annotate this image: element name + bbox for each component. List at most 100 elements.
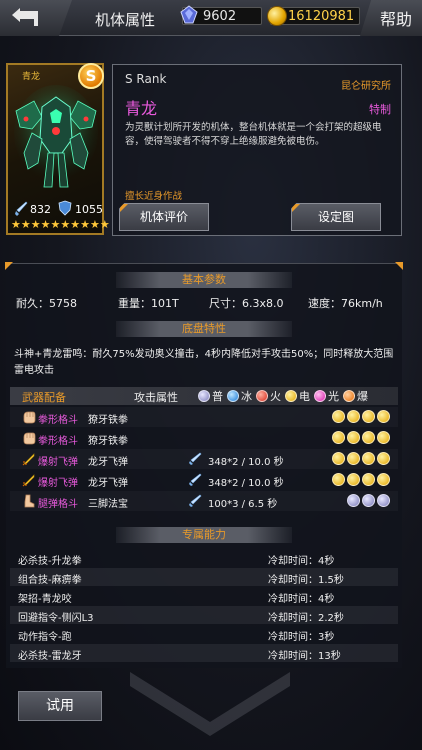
electric-element-icon — [377, 431, 390, 444]
electric-element-icon — [332, 431, 345, 444]
electric-element-icon — [347, 473, 360, 486]
star-icon: ★ — [11, 218, 21, 231]
legend-label: 冰 — [241, 390, 252, 403]
weapon-type: 腿弹格斗 — [38, 499, 78, 510]
legend-item: 火 — [256, 388, 281, 404]
normal-element-icon — [377, 494, 390, 507]
manufacturer-label: 昆仑研究所 — [341, 81, 391, 92]
ability-row[interactable]: 组合技-麻痹拳 冷却时间：1.5秒 — [10, 568, 398, 586]
weapon-name: 獠牙铁拳 — [88, 415, 128, 426]
coin-amount: 16120981 — [288, 9, 355, 24]
normal-element-icon — [198, 390, 210, 402]
weapon-element-icons — [332, 473, 390, 486]
electric-element-icon — [347, 410, 360, 423]
legend-label: 光 — [328, 390, 339, 403]
electric-element-icon — [362, 431, 375, 444]
star-icon: ★ — [60, 218, 71, 231]
electric-element-icon — [377, 452, 390, 465]
normal-element-icon — [347, 494, 360, 507]
electric-element-icon — [332, 452, 345, 465]
page-title: 机体属性 — [95, 11, 156, 29]
ability-row[interactable]: 必杀技-升龙拳 冷却时间：4秒 — [10, 549, 398, 567]
electric-element-icon — [332, 410, 345, 423]
star-icon: ★ — [50, 218, 61, 231]
size-stat: 尺寸：6.3x8.0 — [209, 297, 284, 310]
gem-counter: 9602 — [180, 5, 262, 25]
specialty-label: 擅长近身作战 — [125, 191, 183, 202]
try-button[interactable]: 试用 — [18, 691, 102, 721]
blade-icon — [188, 473, 202, 487]
weapon-row[interactable]: 爆射飞弹 龙牙飞弹 348*2 / 10.0 秒 — [10, 470, 398, 490]
ability-name: 组合技-麻痹拳 — [18, 575, 82, 586]
ability-row[interactable]: 动作指令-跑 冷却时间：3秒 — [10, 625, 398, 643]
weapon-name: 龙牙飞弹 — [88, 478, 128, 489]
legend-label: 火 — [270, 390, 281, 403]
corner-accent — [5, 262, 13, 270]
weapon-row[interactable]: 腿弹格斗 三脚法宝 100*3 / 6.5 秒 — [10, 491, 398, 511]
star-icon: ★ — [40, 218, 51, 231]
ability-row[interactable]: 必杀技-雷龙牙 冷却时间：13秒 — [10, 644, 398, 662]
weapon-row[interactable]: 拳形格斗 獠牙铁拳 — [10, 407, 398, 427]
weapon-type: 爆射飞弹 — [38, 457, 78, 468]
weapon-name: 龙牙飞弹 — [88, 457, 128, 468]
ability-name: 必杀技-雷龙牙 — [18, 651, 82, 662]
star-icon: ★ — [80, 218, 90, 231]
weapons-header: 武器配备 攻击属性 普 冰 火 电 光 爆 — [10, 387, 398, 405]
weapon-element-icons — [347, 494, 390, 507]
legend-item: 冰 — [227, 388, 252, 404]
star-rating: ★ ★ ★ ★ ★ ★ ★ ★ ★ ★ — [11, 219, 110, 231]
legend-label: 普 — [212, 390, 223, 403]
help-button[interactable]: 帮助 — [360, 0, 422, 36]
basic-params-heading: 基本参数 — [116, 272, 292, 288]
leg-icon — [22, 494, 36, 508]
element-legend: 普 冰 火 电 光爆 — [198, 388, 368, 404]
concept-art-button[interactable]: 设定图 — [291, 203, 381, 231]
electric-element-icon — [362, 410, 375, 423]
back-button[interactable] — [0, 0, 72, 36]
coin-icon — [267, 6, 287, 26]
weapon-name: 三脚法宝 — [88, 499, 128, 510]
electric-element-icon — [362, 473, 375, 486]
sword-icon — [15, 201, 28, 216]
weapon-damage: 100*3 / 6.5 秒 — [208, 499, 278, 510]
ability-cooldown: 冷却时间：4秒 — [268, 594, 335, 605]
ability-row[interactable]: 回避指令-侧闪L3 冷却时间：2.2秒 — [10, 606, 398, 624]
fist-icon — [22, 431, 36, 445]
detail-panel: 基本参数 耐久：5758 重量：101T 尺寸：6.3x8.0 速度：76km/… — [5, 262, 403, 668]
fist-icon — [22, 410, 36, 424]
electric-element-icon — [332, 473, 345, 486]
ability-cooldown: 冷却时间：2.2秒 — [268, 613, 344, 624]
corner-accent — [395, 262, 403, 270]
attack-attribute-label: 攻击属性 — [134, 391, 178, 404]
ability-row[interactable]: 架招-青龙咬 冷却时间：4秒 — [10, 587, 398, 605]
legend-item: 电 — [285, 388, 310, 404]
weapon-damage: 348*2 / 10.0 秒 — [208, 478, 284, 489]
weapon-element-icons — [332, 452, 390, 465]
top-bar: 机体属性 9602 16120981 帮助 — [0, 0, 422, 36]
unit-description: 为灵獸计划所开发的机体，整台机体就是一个会打架的超级电容，使得驾驶者不得不穿上绝… — [125, 122, 382, 147]
legend-label: 电 — [299, 390, 310, 403]
gem-amount: 9602 — [203, 9, 237, 24]
electric-element-icon — [347, 452, 360, 465]
electric-element-icon — [362, 452, 375, 465]
light-element-icon — [314, 390, 326, 402]
rank-label: S Rank — [125, 72, 167, 86]
unit-review-button[interactable]: 机体评价 — [119, 203, 209, 231]
missile-icon — [22, 473, 36, 487]
star-icon: ★ — [20, 218, 31, 231]
chassis-description: 斗神+青龙雷鸣：耐久75%发动奥义撞击，4秒内降低对手攻击50%；同时释放大范围… — [14, 349, 394, 376]
ability-cooldown: 冷却时间：1.5秒 — [268, 575, 344, 586]
speed-stat: 速度：76km/h — [308, 297, 383, 310]
durability-stat: 耐久：5758 — [16, 297, 77, 310]
legend-item: 爆 — [343, 388, 368, 404]
weapons-heading: 武器配备 — [22, 391, 66, 404]
weapon-row[interactable]: 拳形格斗 獠牙铁拳 — [10, 428, 398, 448]
special-tag: 特制 — [369, 103, 391, 116]
unit-portrait[interactable]: 青龙 S 832 1055 ★ ★ ★ ★ ★ ★ ★ ★ ★ ★ — [6, 63, 110, 235]
weapon-type: 爆射飞弹 — [38, 478, 78, 489]
attack-value: 832 — [30, 203, 51, 216]
weapon-row[interactable]: 爆射飞弹 龙牙飞弹 348*2 / 10.0 秒 — [10, 449, 398, 469]
unit-info-panel: S Rank 昆仑研究所 青龙 特制 为灵獸计划所开发的机体，整台机体就是一个会… — [112, 64, 402, 236]
missile-icon — [22, 452, 36, 466]
weight-stat: 重量：101T — [118, 297, 179, 310]
